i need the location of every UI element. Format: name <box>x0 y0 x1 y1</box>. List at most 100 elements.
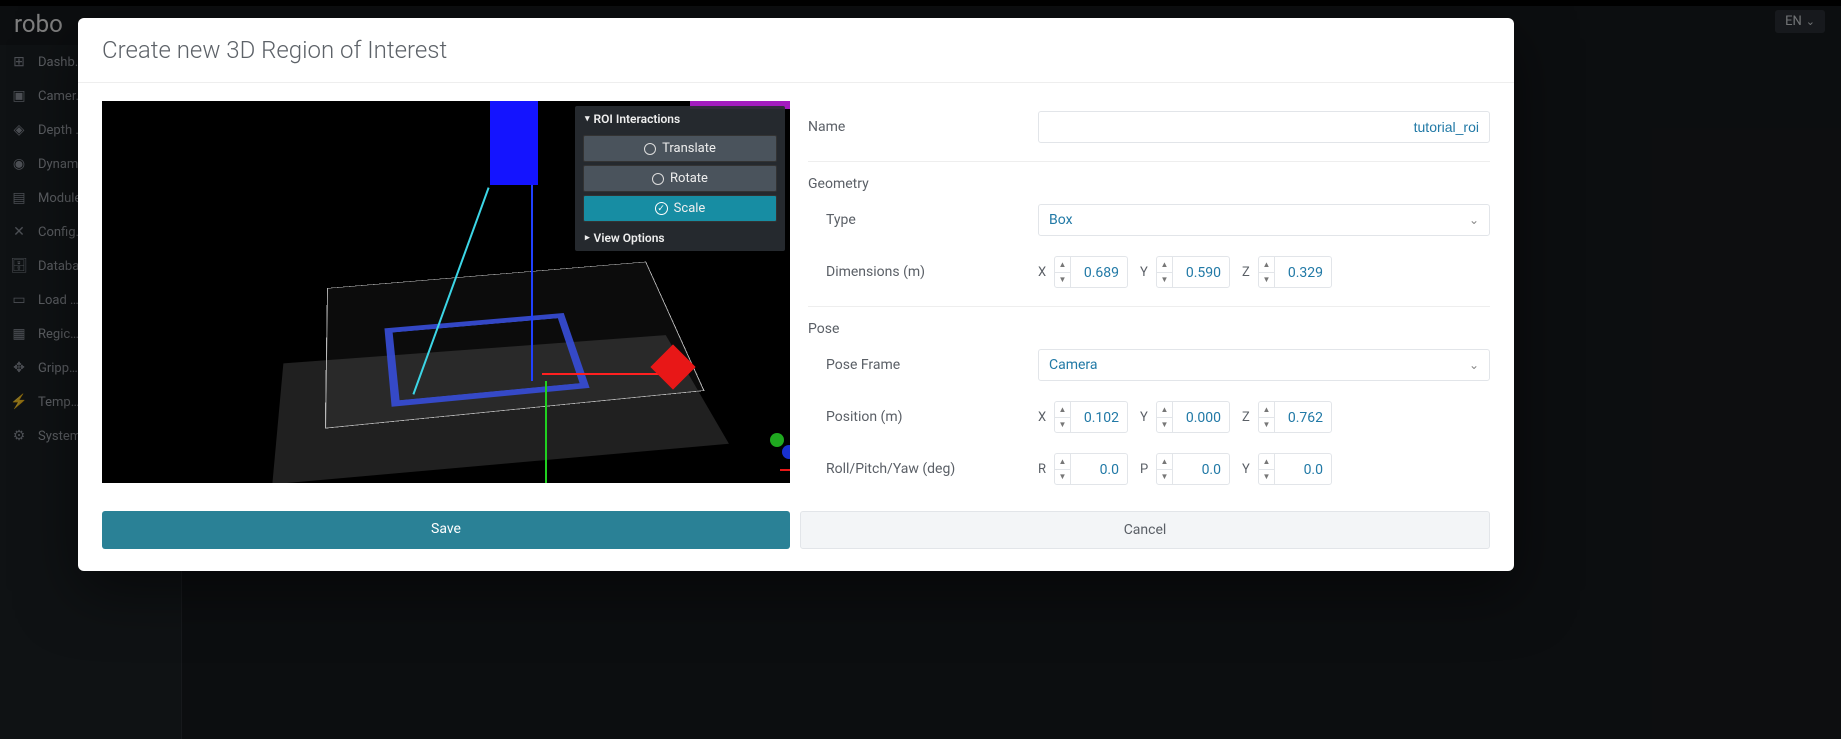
step-up-icon[interactable]: ▲ <box>1055 257 1070 273</box>
pose-frame-label: Pose Frame <box>808 357 1038 373</box>
yaw-value[interactable]: 0.0 <box>1275 454 1331 484</box>
scale-handle-z[interactable] <box>490 101 538 185</box>
axis-label: Y <box>1140 265 1152 280</box>
dim-x-group: X ▲▼ 0.689 <box>1038 256 1128 288</box>
rotate-button[interactable]: Rotate <box>583 165 777 192</box>
dimensions-row: Dimensions (m) X ▲▼ 0.689 Y ▲▼ 0.590 <box>808 246 1490 307</box>
axis-label: X <box>1038 265 1050 280</box>
step-down-icon[interactable]: ▼ <box>1055 418 1070 433</box>
axis-label: R <box>1038 462 1050 477</box>
scale-button[interactable]: ✓ Scale <box>583 195 777 222</box>
pos-x-group: X ▲▼ 0.102 <box>1038 401 1128 433</box>
roll-value[interactable]: 0.0 <box>1071 454 1127 484</box>
pos-y-value[interactable]: 0.000 <box>1173 402 1229 432</box>
name-input[interactable] <box>1038 111 1490 143</box>
step-down-icon[interactable]: ▼ <box>1259 418 1274 433</box>
roi-interactions-header[interactable]: ROI Interactions <box>575 106 785 132</box>
dim-z-spinner[interactable]: ▲▼ 0.329 <box>1258 256 1332 288</box>
step-down-icon[interactable]: ▼ <box>1259 470 1274 485</box>
yaw-group: Y ▲▼ 0.0 <box>1242 453 1332 485</box>
create-roi-modal: Create new 3D Region of Interest <box>78 18 1514 571</box>
dim-y-value[interactable]: 0.590 <box>1173 257 1229 287</box>
modal-header: Create new 3D Region of Interest <box>78 18 1514 83</box>
step-up-icon[interactable]: ▲ <box>1157 402 1172 418</box>
position-label: Position (m) <box>808 409 1038 425</box>
roll-group: R ▲▼ 0.0 <box>1038 453 1128 485</box>
pos-x-spinner[interactable]: ▲▼ 0.102 <box>1054 401 1128 433</box>
step-down-icon[interactable]: ▼ <box>1157 273 1172 288</box>
pos-z-group: Z ▲▼ 0.762 <box>1242 401 1332 433</box>
axis-label: Y <box>1140 410 1152 425</box>
type-row: Type Box <box>808 194 1490 246</box>
rpy-label: Roll/Pitch/Yaw (deg) <box>808 461 1038 477</box>
pose-frame-row: Pose Frame Camera <box>808 339 1490 391</box>
pitch-value[interactable]: 0.0 <box>1173 454 1229 484</box>
step-up-icon[interactable]: ▲ <box>1259 454 1274 470</box>
dim-y-spinner[interactable]: ▲▼ 0.590 <box>1156 256 1230 288</box>
button-label: Rotate <box>670 171 708 186</box>
pitch-group: P ▲▼ 0.0 <box>1140 453 1230 485</box>
step-up-icon[interactable]: ▲ <box>1055 402 1070 418</box>
pose-section-title: Pose <box>808 313 1490 339</box>
step-up-icon[interactable]: ▲ <box>1157 454 1172 470</box>
radio-icon <box>644 143 656 155</box>
dim-x-value[interactable]: 0.689 <box>1071 257 1127 287</box>
dim-z-group: Z ▲▼ 0.329 <box>1242 256 1332 288</box>
step-down-icon[interactable]: ▼ <box>1157 418 1172 433</box>
gizmo-ball[interactable] <box>770 433 784 447</box>
select-value: Camera <box>1049 357 1098 373</box>
rpy-row: Roll/Pitch/Yaw (deg) R ▲▼ 0.0 P ▲▼ 0.0 <box>808 443 1490 495</box>
pos-z-spinner[interactable]: ▲▼ 0.762 <box>1258 401 1332 433</box>
step-up-icon[interactable]: ▲ <box>1157 257 1172 273</box>
radio-icon <box>652 173 664 185</box>
modal-footer: Save Cancel <box>78 507 1514 571</box>
gizmo-axis <box>780 469 790 471</box>
axis-z-line <box>531 161 533 381</box>
pose-frame-select[interactable]: Camera <box>1038 349 1490 381</box>
axis-label: X <box>1038 410 1050 425</box>
step-up-icon[interactable]: ▲ <box>1055 454 1070 470</box>
dim-x-spinner[interactable]: ▲▼ 0.689 <box>1054 256 1128 288</box>
position-row: Position (m) X ▲▼ 0.102 Y ▲▼ 0.000 <box>808 391 1490 443</box>
axis-label: Z <box>1242 410 1254 425</box>
axis-y-line <box>545 381 547 483</box>
view-options-header[interactable]: View Options <box>575 225 785 251</box>
pos-y-spinner[interactable]: ▲▼ 0.000 <box>1156 401 1230 433</box>
type-select[interactable]: Box <box>1038 204 1490 236</box>
pos-x-value[interactable]: 0.102 <box>1071 402 1127 432</box>
modal-title: Create new 3D Region of Interest <box>102 36 1490 64</box>
button-label: Translate <box>662 141 716 156</box>
name-row: Name <box>808 101 1490 162</box>
gizmo-ball[interactable] <box>782 445 790 459</box>
cancel-button[interactable]: Cancel <box>800 511 1490 549</box>
yaw-spinner[interactable]: ▲▼ 0.0 <box>1258 453 1332 485</box>
step-down-icon[interactable]: ▼ <box>1259 273 1274 288</box>
viewport-panel: ROI Interactions Translate Rotate ✓ Scale… <box>575 106 785 251</box>
step-down-icon[interactable]: ▼ <box>1157 470 1172 485</box>
axis-label: Y <box>1242 462 1254 477</box>
name-label: Name <box>808 119 1038 135</box>
translate-button[interactable]: Translate <box>583 135 777 162</box>
dim-z-value[interactable]: 0.329 <box>1275 257 1331 287</box>
button-label: Scale <box>674 201 706 216</box>
dimensions-label: Dimensions (m) <box>808 264 1038 280</box>
axis-label: P <box>1140 462 1152 477</box>
pos-y-group: Y ▲▼ 0.000 <box>1140 401 1230 433</box>
step-up-icon[interactable]: ▲ <box>1259 402 1274 418</box>
step-down-icon[interactable]: ▼ <box>1055 470 1070 485</box>
geometry-section-title: Geometry <box>808 168 1490 194</box>
select-value: Box <box>1049 212 1073 228</box>
3d-viewport[interactable]: ROI Interactions Translate Rotate ✓ Scale… <box>102 101 790 483</box>
modal-body: ROI Interactions Translate Rotate ✓ Scale… <box>78 83 1514 507</box>
pitch-spinner[interactable]: ▲▼ 0.0 <box>1156 453 1230 485</box>
pos-z-value[interactable]: 0.762 <box>1275 402 1331 432</box>
roll-spinner[interactable]: ▲▼ 0.0 <box>1054 453 1128 485</box>
check-icon: ✓ <box>655 202 668 215</box>
step-up-icon[interactable]: ▲ <box>1259 257 1274 273</box>
type-label: Type <box>808 212 1038 228</box>
roi-form: Name Geometry Type Box Dimensions (m) X … <box>808 101 1490 495</box>
step-down-icon[interactable]: ▼ <box>1055 273 1070 288</box>
save-button[interactable]: Save <box>102 511 790 549</box>
dim-y-group: Y ▲▼ 0.590 <box>1140 256 1230 288</box>
axis-label: Z <box>1242 265 1254 280</box>
